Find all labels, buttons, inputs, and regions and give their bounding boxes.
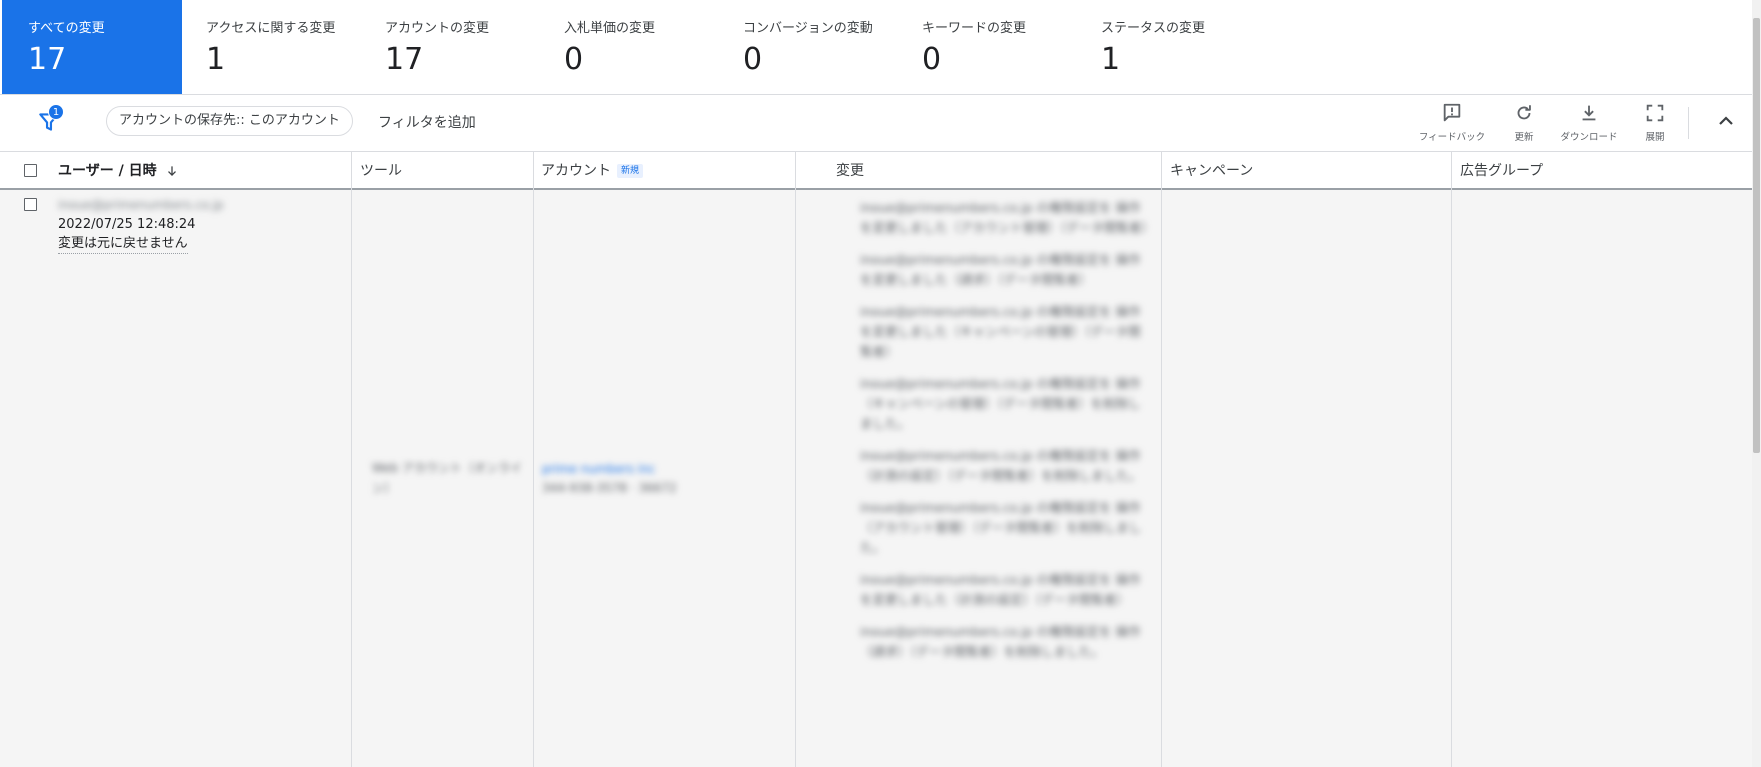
tab-status-changes[interactable]: ステータスの変更 1 — [1077, 0, 1205, 94]
column-header-account[interactable]: アカウント 新規 — [541, 152, 644, 190]
column-header-change[interactable]: 変更 — [836, 152, 864, 190]
change-item: inoue@primenumbers.co.jp の権限設定を 操作を変更しまし… — [860, 572, 1141, 607]
cell-tool: Web アカウント（オンライン） — [372, 461, 522, 495]
account-name-link[interactable]: prime numbers inc — [542, 460, 677, 479]
change-summary-tabs: すべての変更 17 アクセスに関する変更 1 アカウントの変更 17 入札単価の… — [0, 0, 1761, 95]
tab-conversion-changes[interactable]: コンバージョンの変動 0 — [719, 0, 873, 94]
select-all-checkbox[interactable] — [24, 164, 37, 177]
column-divider — [351, 152, 352, 767]
cell-user-date: inoue@primenumbers.co.jp 2022/07/25 12:4… — [58, 196, 224, 254]
change-item: inoue@primenumbers.co.jp の権限設定を 操作を変更しまし… — [860, 200, 1154, 235]
tab-count: 0 — [922, 42, 942, 77]
expand-label: 展開 — [1645, 132, 1665, 143]
tab-label: アクセスに関する変更 — [206, 21, 336, 36]
table-row: inoue@primenumbers.co.jp 2022/07/25 12:4… — [0, 190, 1752, 767]
user-email: inoue@primenumbers.co.jp — [58, 198, 224, 212]
column-divider — [533, 152, 534, 767]
change-datetime: 2022/07/25 12:48:24 — [58, 217, 196, 232]
row-select-checkbox[interactable] — [24, 198, 37, 211]
tab-bid-changes[interactable]: 入札単価の変更 0 — [540, 0, 655, 94]
column-divider — [1451, 152, 1452, 767]
tab-label: すべての変更 — [28, 21, 105, 36]
tab-label: アカウントの変更 — [385, 21, 490, 36]
tab-account-changes[interactable]: アカウントの変更 17 — [361, 0, 489, 94]
tab-count: 0 — [743, 42, 763, 77]
table-header: ユーザー / 日時 ツール アカウント 新規 変更 キャンペーン 広告グループ — [0, 152, 1752, 190]
collapse-button[interactable] — [1714, 109, 1738, 133]
tab-count: 17 — [385, 42, 424, 77]
toolbar-divider — [1688, 107, 1689, 139]
filter-chip-account-scope[interactable]: アカウントの保存先:: このアカウント — [106, 106, 353, 136]
column-header-label: アカウント — [541, 163, 611, 179]
change-item: inoue@primenumbers.co.jp の権限設定を 操作（キャンペー… — [860, 376, 1141, 431]
change-history-page: すべての変更 17 アクセスに関する変更 1 アカウントの変更 17 入札単価の… — [0, 0, 1761, 767]
tab-label: コンバージョンの変動 — [743, 21, 873, 36]
tab-label: キーワードの変更 — [922, 21, 1027, 36]
refresh-icon — [1517, 105, 1531, 120]
tab-keyword-changes[interactable]: キーワードの変更 0 — [898, 0, 1026, 94]
cell-changes: inoue@primenumbers.co.jp の権限設定を 操作を変更しまし… — [860, 198, 1154, 674]
column-header-label: ユーザー / 日時 — [58, 163, 157, 179]
fullscreen-icon — [1646, 104, 1664, 122]
change-item: inoue@primenumbers.co.jp の権限設定を 操作（請求）（デ… — [860, 624, 1141, 659]
feedback-button[interactable]: フィードバック — [1412, 102, 1492, 146]
tab-count: 1 — [1101, 42, 1121, 77]
tab-count: 1 — [206, 42, 226, 77]
cell-account: prime numbers inc 344-938-3578 · 36672 — [542, 460, 677, 498]
column-divider — [1161, 152, 1162, 767]
tab-count: 17 — [28, 42, 67, 77]
tab-all-changes[interactable]: すべての変更 17 — [2, 0, 182, 94]
filter-count-badge: 1 — [48, 104, 64, 120]
chevron-up-icon — [1719, 116, 1733, 125]
download-icon — [1582, 105, 1596, 121]
feedback-icon — [1443, 103, 1461, 122]
account-id: 344-938-3578 · 36672 — [542, 481, 677, 495]
change-item: inoue@primenumbers.co.jp の権限設定を 操作を変更しまし… — [860, 252, 1141, 287]
column-header-campaign[interactable]: キャンペーン — [1170, 152, 1253, 190]
expand-button[interactable]: 展開 — [1615, 102, 1695, 146]
feedback-label: フィードバック — [1418, 132, 1486, 143]
table-toolbar: 1 アカウントの保存先:: このアカウント フィルタを追加 フィードバック 更新… — [0, 95, 1761, 152]
column-divider — [795, 152, 796, 767]
new-badge: 新規 — [617, 164, 644, 178]
column-header-user-date[interactable]: ユーザー / 日時 — [58, 152, 179, 190]
change-item: inoue@primenumbers.co.jp の権限設定を 操作（アカウント… — [860, 500, 1142, 555]
tab-label: 入札単価の変更 — [564, 21, 656, 36]
arrow-down-sort-icon — [168, 166, 177, 176]
column-header-tool[interactable]: ツール — [360, 152, 402, 190]
irreversible-note[interactable]: 変更は元に戻せません — [58, 235, 188, 254]
column-header-ad-group[interactable]: 広告グループ — [1460, 152, 1543, 190]
tab-access-changes[interactable]: アクセスに関する変更 1 — [182, 0, 335, 94]
tab-label: ステータスの変更 — [1101, 21, 1206, 36]
scrollbar-thumb[interactable] — [1753, 18, 1760, 453]
change-item: inoue@primenumbers.co.jp の権限設定を 操作（計測の設定… — [860, 448, 1142, 483]
tab-count: 0 — [564, 42, 584, 77]
change-item: inoue@primenumbers.co.jp の権限設定を 操作を変更しまし… — [860, 304, 1141, 359]
add-filter-button[interactable]: フィルタを追加 — [378, 112, 476, 132]
